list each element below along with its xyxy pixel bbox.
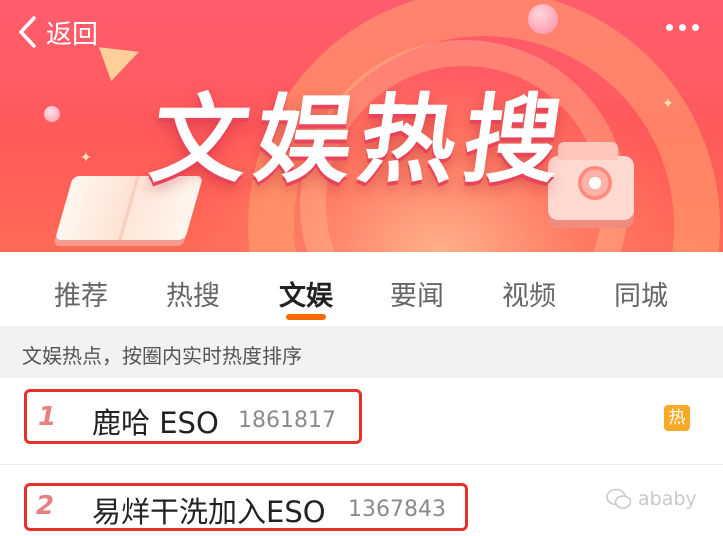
banner: ✦ ✦ 文娱热搜 返回 (0, 0, 723, 252)
highlight-box (24, 389, 362, 444)
wechat-icon (606, 488, 632, 509)
section-note-text: 文娱热点，按圈内实时热度排序 (22, 344, 302, 368)
tab-hot-search[interactable]: 热搜 (153, 274, 233, 313)
watermark: ababy (606, 488, 697, 510)
hot-badge: 热 (664, 405, 690, 431)
chevron-left-icon (19, 16, 36, 48)
section-note: 文娱热点，按圈内实时热度排序 (0, 326, 723, 378)
tab-bar: 推荐 热搜 文娱 要闻 视频 同城 (0, 252, 723, 326)
more-dots-icon (666, 24, 673, 31)
tab-video[interactable]: 视频 (489, 274, 569, 313)
tab-entertainment[interactable]: 文娱 (266, 274, 346, 313)
tab-news[interactable]: 要闻 (377, 274, 457, 313)
tab-local[interactable]: 同城 (601, 274, 681, 313)
more-options-button[interactable] (666, 24, 699, 31)
watermark-text: ababy (638, 488, 697, 510)
planet-icon (528, 4, 558, 34)
banner-title: 文娱热搜 (144, 84, 577, 196)
tab-recommend[interactable]: 推荐 (41, 274, 121, 313)
back-button[interactable]: 返回 (16, 10, 98, 54)
active-tab-indicator (286, 314, 326, 320)
highlight-box (24, 483, 468, 531)
back-label: 返回 (46, 19, 99, 50)
